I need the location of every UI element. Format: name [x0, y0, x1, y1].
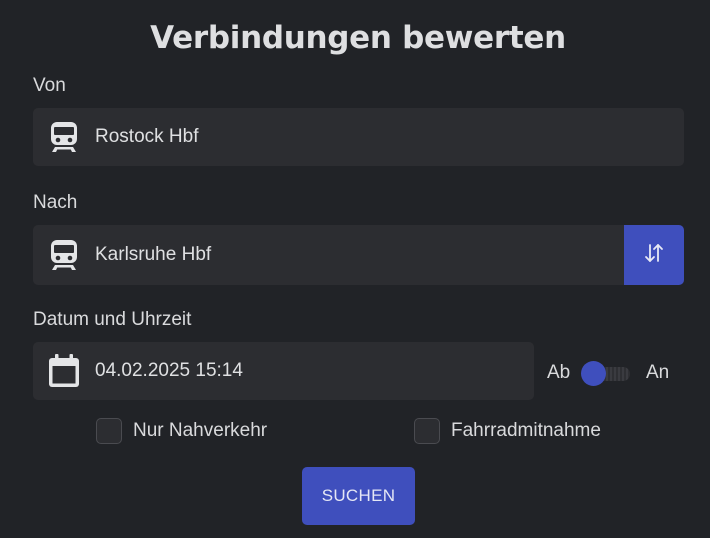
calendar-icon	[33, 342, 95, 400]
bicycle-option[interactable]: Fahrradmitnahme	[414, 418, 601, 444]
train-icon	[33, 108, 95, 166]
arrival-label: An	[646, 362, 670, 383]
to-label: Nach	[33, 192, 78, 213]
regional-only-option[interactable]: Nur Nahverkehr	[96, 418, 267, 444]
page-title: Verbindungen bewerten	[150, 20, 566, 56]
departure-arrival-toggle[interactable]	[580, 361, 632, 387]
connection-search-form: Verbindungen bewerten Von Rostock Hbf Na…	[0, 0, 710, 538]
from-label: Von	[33, 75, 66, 96]
to-station-field[interactable]: Karlsruhe Hbf	[33, 225, 625, 285]
to-station-value[interactable]: Karlsruhe Hbf	[95, 244, 211, 266]
train-icon	[33, 225, 95, 285]
search-button[interactable]: SUCHEN	[302, 467, 415, 525]
bicycle-label: Fahrradmitnahme	[451, 420, 601, 441]
from-station-field[interactable]: Rostock Hbf	[33, 108, 684, 166]
toggle-thumb	[581, 361, 606, 386]
datetime-label: Datum und Uhrzeit	[33, 309, 192, 330]
from-station-value[interactable]: Rostock Hbf	[95, 126, 198, 148]
swap-stations-button[interactable]	[624, 225, 684, 285]
regional-only-checkbox[interactable]	[96, 418, 122, 444]
bicycle-checkbox[interactable]	[414, 418, 440, 444]
swap-vertical-icon	[643, 242, 665, 269]
departure-label: Ab	[547, 362, 571, 383]
datetime-value[interactable]: 04.02.2025 15:14	[95, 360, 243, 382]
datetime-field[interactable]: 04.02.2025 15:14	[33, 342, 534, 400]
regional-only-label: Nur Nahverkehr	[133, 420, 268, 441]
